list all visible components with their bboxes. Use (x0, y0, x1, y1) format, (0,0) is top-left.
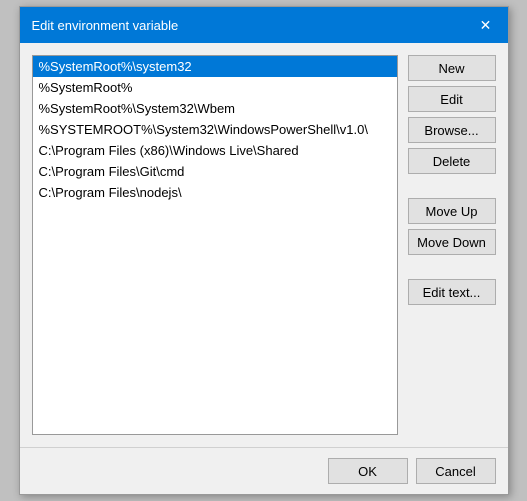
list-item[interactable]: %SystemRoot% (33, 77, 397, 98)
close-button[interactable]: ✕ (476, 15, 496, 35)
browse-button[interactable]: Browse... (408, 117, 496, 143)
list-item[interactable]: %SYSTEMROOT%\System32\WindowsPowerShell\… (33, 119, 397, 140)
list-item[interactable]: C:\Program Files\nodejs\ (33, 182, 397, 203)
edit-button[interactable]: Edit (408, 86, 496, 112)
buttons-panel: New Edit Browse... Delete Move Up Move D… (408, 55, 496, 435)
move-up-button[interactable]: Move Up (408, 198, 496, 224)
dialog: Edit environment variable ✕ %SystemRoot%… (19, 6, 509, 495)
cancel-button[interactable]: Cancel (416, 458, 496, 484)
spacer2 (408, 260, 496, 274)
edit-text-button[interactable]: Edit text... (408, 279, 496, 305)
title-bar: Edit environment variable ✕ (20, 7, 508, 43)
new-button[interactable]: New (408, 55, 496, 81)
spacer1 (408, 179, 496, 193)
ok-button[interactable]: OK (328, 458, 408, 484)
dialog-title: Edit environment variable (32, 18, 179, 33)
list-item[interactable]: C:\Program Files (x86)\Windows Live\Shar… (33, 140, 397, 161)
env-variable-list[interactable]: %SystemRoot%\system32%SystemRoot%%System… (32, 55, 398, 435)
list-item[interactable]: C:\Program Files\Git\cmd (33, 161, 397, 182)
list-item[interactable]: %SystemRoot%\System32\Wbem (33, 98, 397, 119)
dialog-footer: OK Cancel (20, 447, 508, 494)
move-down-button[interactable]: Move Down (408, 229, 496, 255)
dialog-content: %SystemRoot%\system32%SystemRoot%%System… (20, 43, 508, 447)
list-item[interactable]: %SystemRoot%\system32 (33, 56, 397, 77)
delete-button[interactable]: Delete (408, 148, 496, 174)
